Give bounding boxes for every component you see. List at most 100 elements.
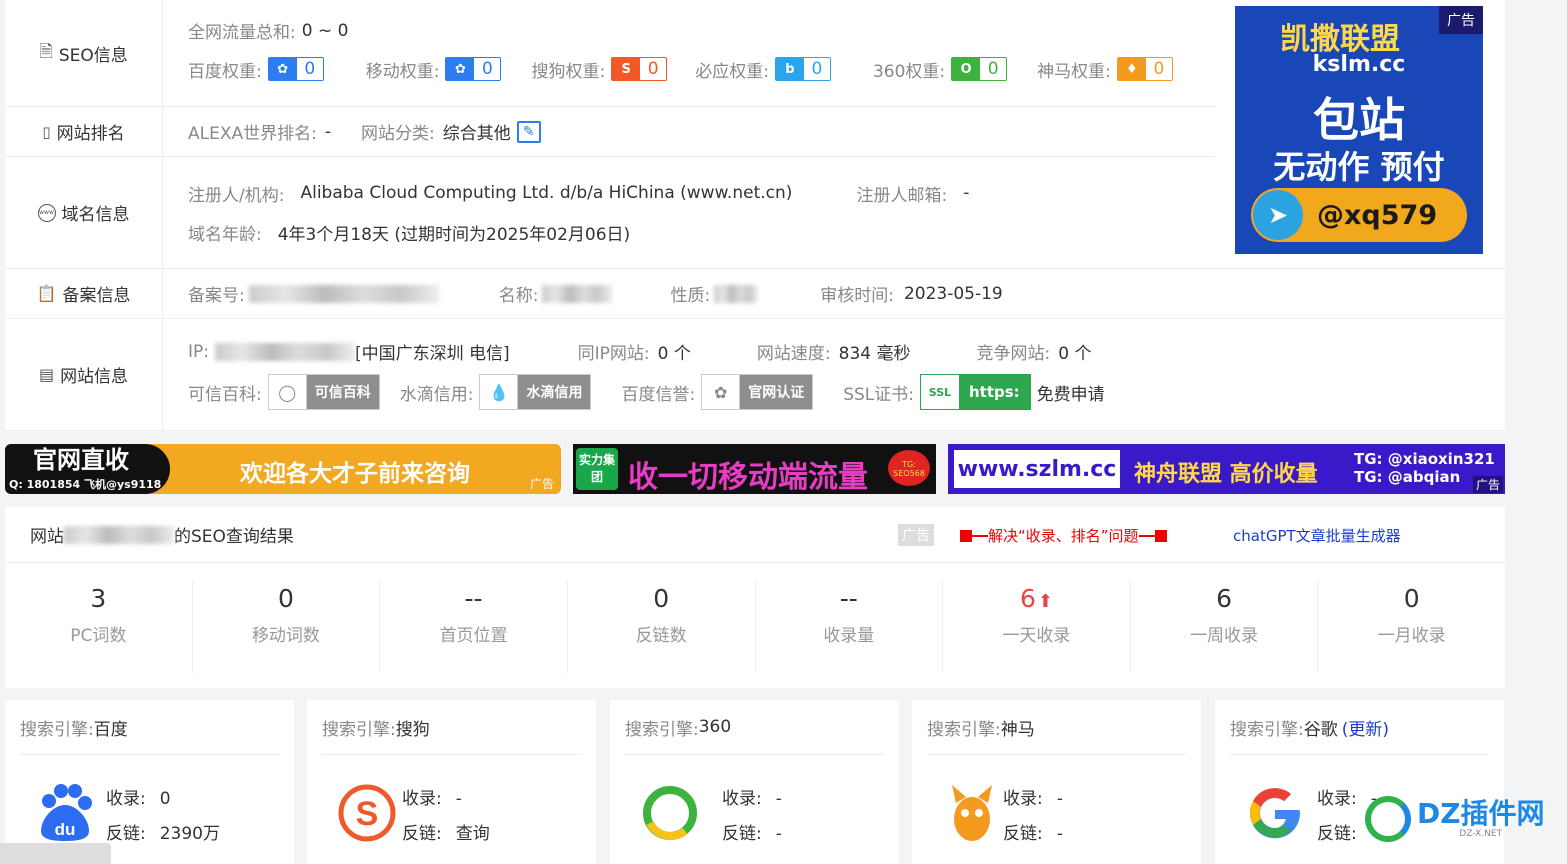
ad-domain: kslm.cc [1312, 52, 1406, 77]
email-value: - [963, 183, 970, 203]
results-title-prefix: 网站 [30, 527, 64, 547]
edit-icon[interactable]: ✎ [516, 120, 541, 143]
stat-cell: 0 反链数 [568, 581, 756, 673]
baidu-credit-badge[interactable]: ✿ 官网认证 [701, 374, 814, 410]
stat-value: 3 [90, 584, 107, 613]
icp-name-label: 名称: [498, 286, 539, 306]
seo-results-panel: 网站 的SEO查询结果 广告 解决“收录、排名”问题 chatGPT文章批量生成… [5, 507, 1505, 688]
clipboard-icon: 📋 [36, 284, 57, 303]
engine-backlink-row: 反链: 查询 [402, 824, 490, 844]
engine-index-value: - [455, 789, 462, 809]
engine-backlink-row: 反链: [1317, 824, 1357, 844]
ssl-label: SSL证书: [843, 384, 914, 405]
age-label: 域名年龄: [188, 224, 262, 245]
weight-item: 移动权重: ✿ 0 [366, 57, 502, 82]
ranking-row: ▯ 网站排名 ALEXA世界排名: - 网站分类: 综合其他 ✎ [5, 107, 1215, 157]
ad-strip-3-text: 神舟联盟 高价收量 [1134, 462, 1318, 487]
sogou-s-icon: S [612, 58, 641, 80]
kexin-badge[interactable]: ◯ 可信百科 [267, 374, 380, 410]
weight-value: 0 [811, 59, 823, 79]
weight-badge[interactable]: b0 [774, 57, 831, 81]
ad-strip-2[interactable]: 实力集团 收一切移动端流量 TG: SEO568 [573, 444, 936, 494]
weight-badge[interactable]: O0 [951, 57, 1008, 81]
engine-backlink-value[interactable]: 查询 [456, 824, 490, 844]
svg-text:du: du [55, 820, 76, 839]
weight-badge[interactable]: ✿ 0 [445, 57, 502, 81]
engine-index-row: 收录: - [402, 789, 462, 809]
ssl-free-apply-link[interactable]: 免费申请 [1037, 380, 1105, 405]
stat-value: 0 [277, 584, 294, 613]
results-ad-tag: 广告 [898, 524, 934, 546]
ip-redacted [215, 342, 355, 361]
engine-name: 谷歌 [1303, 719, 1338, 740]
ranking-label: ▯ 网站排名 [5, 107, 163, 156]
speed-label: 网站速度: [756, 344, 831, 364]
engine-backlink-value: - [775, 824, 782, 844]
weight-item: 搜狗权重: S 0 [531, 57, 668, 82]
seo-info-label: 🗎 SEO信息 [5, 0, 163, 106]
icp-label: 📋 备案信息 [5, 269, 163, 318]
ad-strip-1-text: 欢迎各大才子前来咨询 [240, 461, 470, 487]
ad-strip-3-tag: 广告 [1472, 476, 1503, 493]
engine-name: 搜狗 [395, 719, 430, 740]
icp-name-redacted [542, 284, 613, 303]
shenma-logo-icon [942, 783, 1002, 843]
weight-label: 百度权重: [188, 61, 262, 82]
ip-location: [中国广东深圳 电信] [355, 344, 510, 364]
engine-index-value: 0 [159, 789, 171, 809]
results-title-suffix: 的SEO查询结果 [174, 527, 294, 547]
stat-cell: 6 ⬆ 一天收录 [943, 581, 1131, 673]
site-row: ▤ 网站信息 IP: [中国广东深圳 电信] 同IP网站: 0 个 网站速度: … [5, 319, 1505, 431]
ssl-badge[interactable]: SSL https: [919, 374, 1031, 410]
ad-strip-2-text: 收一切移动端流量 [628, 460, 868, 494]
engine-update-link[interactable]: (更新) [1342, 715, 1389, 740]
stat-value: 6 [1216, 584, 1233, 613]
water-drop-icon: 💧 [480, 375, 519, 409]
google-logo-icon [1245, 783, 1305, 843]
ad-strip-1[interactable]: 官网直收 Q: 1801854 飞机@ys9118 欢迎各大才子前来咨询 广告 [5, 444, 561, 494]
weight-badge[interactable]: ♦ 0 [1116, 57, 1173, 81]
lower-info-panel: 📋 备案信息 备案号: 名称: 性质: 审核时间: 2023-05-19 ▤ 网… [5, 268, 1505, 431]
stat-label: 一周收录 [1190, 626, 1259, 646]
engine-backlink-row: 反链: - [722, 824, 782, 844]
engine-backlink-row: 反链: - [1003, 824, 1063, 844]
horizontal-scrollbar[interactable] [0, 843, 111, 864]
weight-badge[interactable]: S0 [611, 57, 668, 81]
sogou-logo-icon: S [337, 783, 397, 843]
document-icon: 🗎 [39, 41, 53, 62]
engine-prefix: 搜索引擎: [322, 719, 396, 740]
360-o-icon: O [952, 58, 981, 80]
svg-text:S: S [356, 795, 379, 833]
weight-badge[interactable]: ✿ 0 [267, 57, 324, 81]
weight-label: 神马权重: [1037, 61, 1111, 82]
shuidi-badge[interactable]: 💧 水滴信用 [479, 374, 592, 410]
bing-b-icon: b [775, 58, 804, 80]
stat-value: 0 [1403, 584, 1420, 613]
icp-nature-label: 性质: [670, 286, 711, 306]
weight-value: 0 [304, 59, 316, 79]
weights-line: 百度权重: ✿ 0 移动权重: ✿ 0 搜狗权重: S 0 必应权重: b 0 360权重: O 0 神马权重… [188, 57, 1215, 82]
promo-link-2[interactable]: chatGPT文章批量生成器 [1233, 525, 1401, 546]
ad-strip-3[interactable]: www.szlm.cc 神舟联盟 高价收量 TG: @xiaoxin321 TG… [948, 444, 1505, 494]
engine-backlink-value: - [1056, 824, 1063, 844]
weight-value: 0 [1153, 59, 1165, 79]
engine-card: 搜索引擎: 神马 收录: - 反链: - [912, 700, 1201, 864]
ad-strip-1-tag: 广告 [529, 477, 554, 491]
competitor-value: 0 个 [1058, 344, 1092, 364]
registrant-value: Alibaba Cloud Computing Ltd. d/b/a HiChi… [300, 183, 793, 203]
ad-tag: 广告 [1439, 6, 1483, 34]
ad-subline: 无动作 预付 [1273, 148, 1445, 186]
weight-item: 百度权重: ✿ 0 [188, 57, 324, 82]
360-logo-icon [640, 783, 700, 843]
engine-index-row: 收录: - [722, 789, 782, 809]
stat-cell: -- 收录量 [756, 581, 944, 673]
weight-item: 必应权重: b 0 [695, 57, 831, 82]
weight-item: 神马权重: ♦ 0 [1037, 57, 1173, 82]
right-ad-banner[interactable]: 广告 凯撒联盟 kslm.cc 包站 无动作 预付 ➤ @xq579 [1235, 6, 1483, 254]
audit-time-value: 2023-05-19 [903, 283, 1003, 304]
baidu-logo-icon: du [35, 783, 95, 843]
baidu-paw-icon: ✿ [702, 375, 741, 409]
promo-link-1[interactable]: 解决“收录、排名”问题 [960, 525, 1167, 546]
weight-value: 0 [647, 59, 659, 79]
stat-label: 移动词数 [251, 626, 320, 646]
